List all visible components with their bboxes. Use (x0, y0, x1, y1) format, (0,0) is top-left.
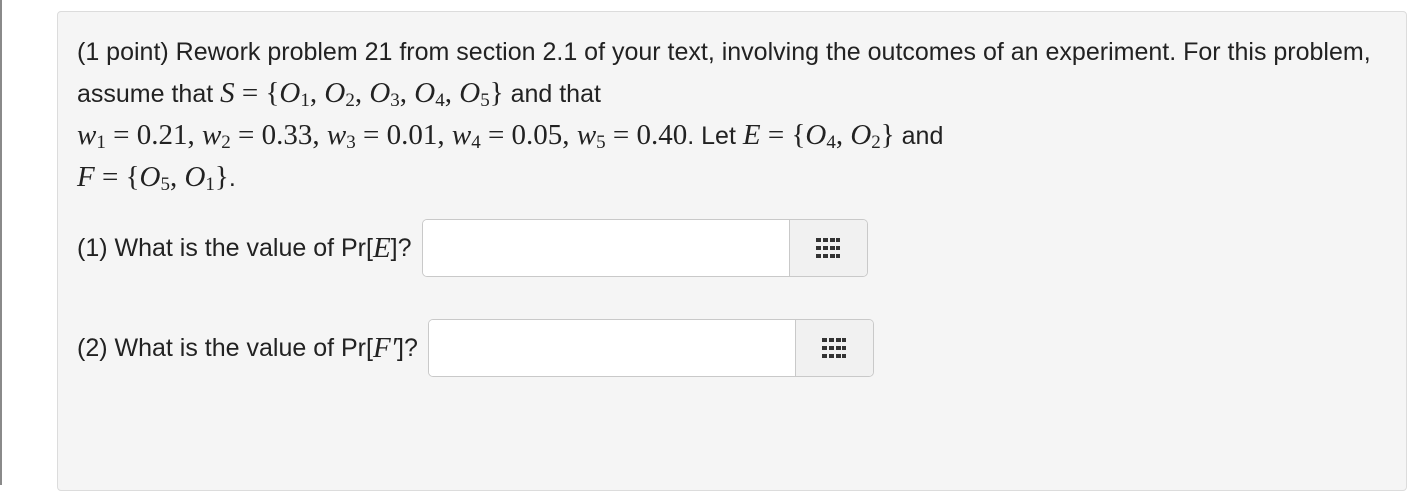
question-1: (1) What is the value of Pr[E]? (77, 219, 868, 277)
question-1-suffix: ]? (390, 233, 412, 262)
sample-space-math: S = {O1, O2, O3, O4, O5} (220, 77, 504, 111)
equation-palette-icon (822, 338, 847, 358)
equation-palette-button-2[interactable] (794, 320, 873, 376)
question-1-symbol: E (372, 231, 391, 264)
equation-palette-icon (816, 238, 841, 258)
answer-1-input[interactable] (422, 220, 789, 276)
let-text: . Let (687, 122, 736, 150)
event-e-math: E = {O4, O2} (742, 119, 895, 153)
question-2-label: (2) What is the value of Pr[ (77, 333, 373, 362)
and-that-text: and that (510, 80, 601, 108)
and-text: and (901, 122, 944, 150)
question-2-symbol: F′ (372, 331, 398, 364)
problem-statement: (1 point) Rework problem 21 from section… (77, 32, 1377, 199)
equation-palette-button-1[interactable] (788, 220, 867, 276)
question-2-suffix: ]? (397, 333, 418, 362)
left-border (0, 0, 2, 485)
question-2: (2) What is the value of Pr[F′]? (77, 319, 874, 377)
answer-group-2 (427, 319, 874, 377)
weights-math: w1 = 0.21, w2 = 0.33, w3 = 0.01, w4 = 0.… (77, 119, 688, 153)
problem-panel: (1 point) Rework problem 21 from section… (57, 11, 1407, 491)
answer-2-input[interactable] (428, 320, 795, 376)
period-text: . (228, 164, 236, 192)
question-1-label: (1) What is the value of Pr[ (77, 233, 373, 262)
event-f-math: F = {O5, O1} (77, 161, 229, 195)
answer-group-1 (421, 219, 868, 277)
